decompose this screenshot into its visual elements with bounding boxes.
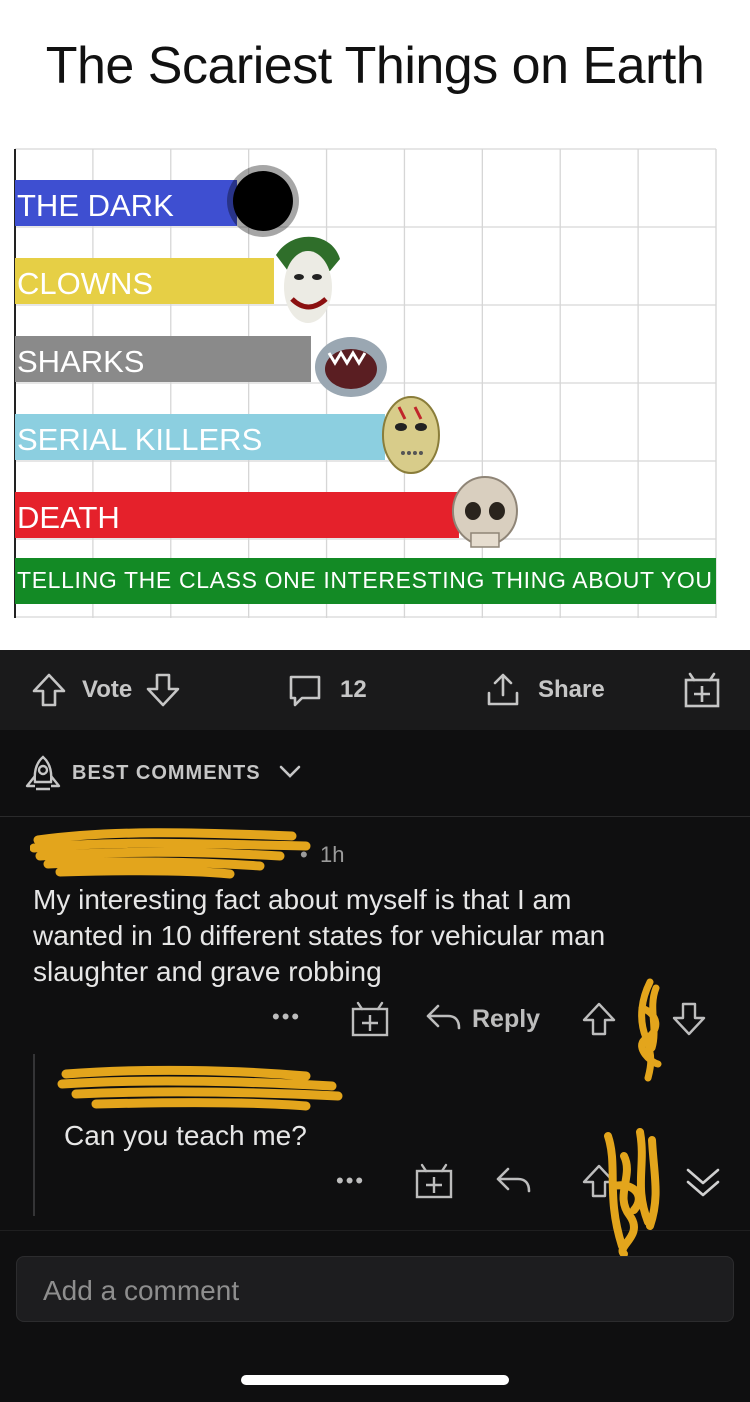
more-options-button[interactable]: ••• xyxy=(272,1004,301,1030)
reply-arrow-icon[interactable] xyxy=(494,1164,532,1201)
redaction-scribble xyxy=(57,1065,343,1111)
redaction-scribble xyxy=(30,828,311,879)
comment-body-line: slaughter and grave robbing xyxy=(33,956,382,987)
add-comment-field[interactable]: Add a comment xyxy=(16,1256,734,1322)
bar-label: THE DARK xyxy=(17,188,174,223)
comment-timestamp: 1h xyxy=(320,842,345,867)
bar-label: TELLING THE CLASS ONE INTERESTING THING … xyxy=(17,567,712,593)
share-icon xyxy=(484,671,522,709)
hockey-mask-icon xyxy=(381,396,440,474)
downvote-icon[interactable] xyxy=(670,1000,708,1043)
redaction-scribble xyxy=(604,1128,660,1258)
sort-label[interactable]: BEST COMMENTS xyxy=(72,762,261,785)
reply-comment-body: Can you teach me? xyxy=(64,1120,307,1151)
share-button[interactable]: Share xyxy=(484,650,605,730)
upvote-icon[interactable] xyxy=(580,1000,618,1043)
bar-label: SERIAL KILLERS xyxy=(17,422,262,457)
post-action-bar: Vote 12 Share xyxy=(0,650,750,730)
collapse-thread-icon[interactable] xyxy=(684,1164,722,1205)
comments-button[interactable]: 12 xyxy=(286,650,367,730)
shark-icon xyxy=(314,337,387,397)
vote-group: Vote xyxy=(30,650,182,730)
reply-button[interactable]: Reply xyxy=(424,1000,540,1038)
gift-icon[interactable] xyxy=(414,1162,454,1205)
more-options-button[interactable]: ••• xyxy=(336,1168,365,1194)
award-button[interactable] xyxy=(682,650,722,730)
bar-label: CLOWNS xyxy=(17,266,153,301)
gift-icon xyxy=(682,670,722,710)
vote-label: Vote xyxy=(82,676,133,703)
comment-body: My interesting fact about myself is that… xyxy=(33,882,605,990)
comment-body-line: My interesting fact about myself is that… xyxy=(33,884,572,915)
gift-icon[interactable] xyxy=(350,1000,390,1043)
comment-bubble-icon xyxy=(286,671,324,709)
meme-bar-chart: THE DARK CLOWNS SHARKS SERIAL KILLERS DEATH T… xyxy=(14,148,717,618)
bar-label: DEATH xyxy=(17,500,120,535)
darkness-blob-icon xyxy=(226,165,299,237)
post-image[interactable]: The Scariest Things on Earth THE DARK CLO… xyxy=(0,0,750,650)
reply-label: Reply xyxy=(472,1004,541,1033)
comment-count: 12 xyxy=(340,676,367,703)
chevron-down-icon xyxy=(278,764,302,785)
share-label: Share xyxy=(538,676,605,703)
upvote-icon[interactable] xyxy=(30,671,68,709)
bar-label: SHARKS xyxy=(17,344,144,379)
joker-face-icon xyxy=(275,236,340,323)
home-indicator xyxy=(241,1375,509,1385)
skull-icon xyxy=(451,476,518,548)
reply-arrow-icon xyxy=(424,1001,462,1038)
reply-thread-line xyxy=(33,1054,35,1216)
downvote-icon[interactable] xyxy=(144,671,182,709)
comment-separator-dot: • xyxy=(300,842,308,867)
rocket-icon xyxy=(24,754,62,799)
comment-body-line: wanted in 10 different states for vehicu… xyxy=(33,920,606,951)
add-comment-placeholder: Add a comment xyxy=(43,1275,240,1306)
redaction-scribble xyxy=(638,978,662,1082)
